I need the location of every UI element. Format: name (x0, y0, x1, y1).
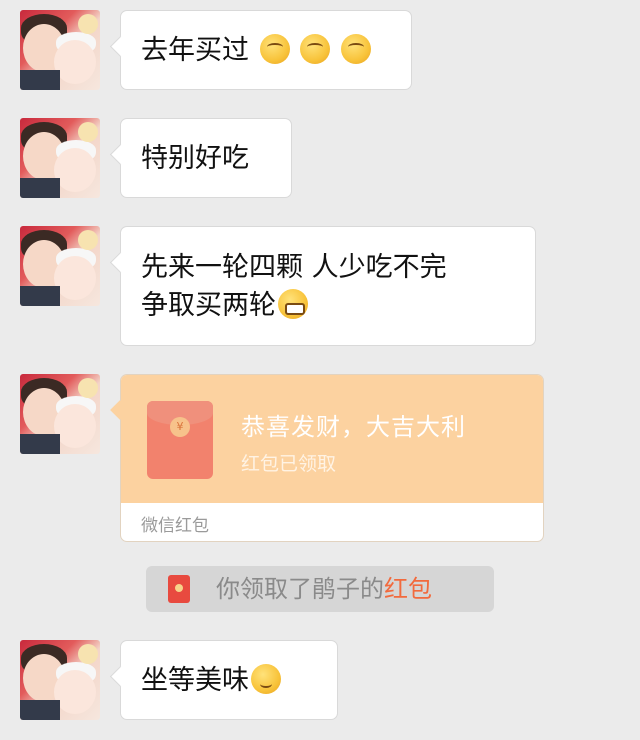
message-text: 去年买过 (141, 35, 249, 66)
red-packet-status: 红包已领取 (241, 453, 337, 475)
red-packet-link[interactable]: 红包 (384, 575, 432, 603)
avatar[interactable] (20, 10, 100, 90)
avatar[interactable] (20, 374, 100, 454)
red-packet-card[interactable]: ¥ 恭喜发财，大吉大利 红包已领取 微信红包 (120, 374, 544, 542)
notice-text: 你领取了鹃子的 (216, 575, 384, 603)
message-text-line: 先来一轮四颗 人少吃不完 (141, 252, 447, 283)
red-packet-icon (168, 575, 190, 603)
message-bubble[interactable]: 去年买过 (120, 10, 412, 90)
message-text: 坐等美味 (141, 665, 249, 696)
red-envelope-icon: ¥ (147, 401, 213, 479)
system-notice: 你领取了鹃子的红包 (146, 566, 494, 612)
message-bubble[interactable]: 先来一轮四颗 人少吃不完 争取买两轮 (120, 226, 536, 346)
message-text: 特别好吃 (141, 143, 249, 174)
avatar[interactable] (20, 226, 100, 306)
message-text-line: 争取买两轮 (141, 290, 276, 321)
avatar[interactable] (20, 640, 100, 720)
grin-icon (278, 289, 308, 319)
thinking-icon (300, 34, 331, 64)
coin-icon: ¥ (170, 417, 190, 437)
thinking-icon (340, 34, 371, 64)
thinking-icon (259, 34, 290, 64)
red-packet-footer: 微信红包 (141, 516, 209, 536)
avatar[interactable] (20, 118, 100, 198)
message-bubble[interactable]: 特别好吃 (120, 118, 292, 198)
message-bubble[interactable]: 坐等美味 (120, 640, 338, 720)
red-packet-header: ¥ 恭喜发财，大吉大利 红包已领取 (121, 375, 543, 503)
yum-icon (251, 664, 281, 694)
red-packet-greeting: 恭喜发财，大吉大利 (241, 413, 466, 441)
